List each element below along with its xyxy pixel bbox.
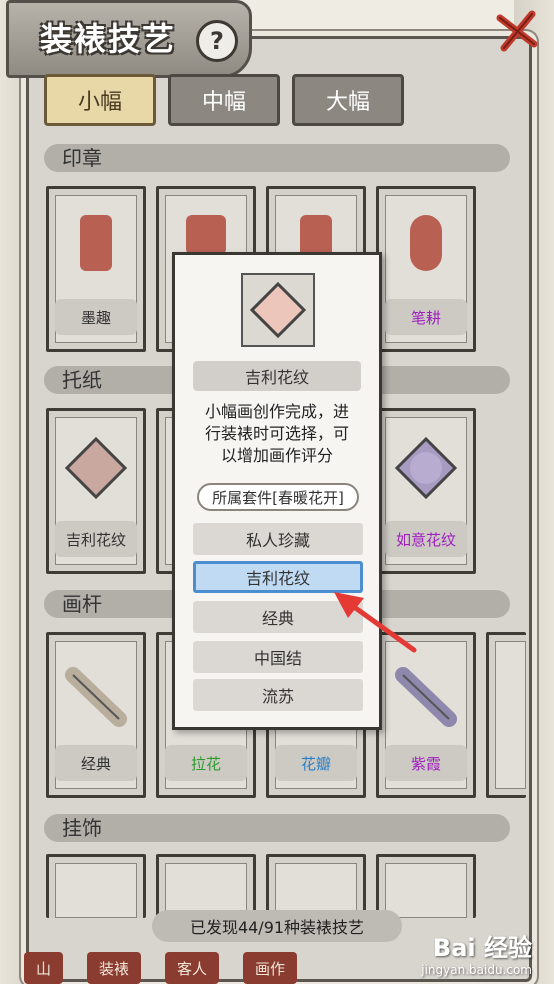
tab-large[interactable]: 大幅: [292, 74, 404, 126]
bottom-tab[interactable]: 画作: [243, 952, 298, 984]
dialog-description: 小幅画创作完成，进 行装裱时可选择，可 以增加画作评分: [204, 402, 349, 465]
size-tabs: 小幅 中幅 大幅: [44, 74, 404, 126]
pattern-icon: [64, 436, 128, 503]
seal-stamp-icon: [80, 215, 112, 271]
pointer-arrow-icon: [334, 592, 417, 653]
section-pendant: 挂饰: [44, 814, 510, 842]
dialog-preview: [241, 273, 315, 347]
card-label: 笔耕: [385, 299, 467, 335]
scroll-icon: [391, 661, 461, 735]
pendant-card-4[interactable]: [376, 854, 476, 918]
card-label: 墨趣: [55, 299, 137, 335]
dialog-suite: 所属套件[春暖花开]: [197, 483, 359, 511]
card-label: 如意花纹: [385, 521, 467, 557]
seal-stamp-icon: [186, 215, 226, 255]
card-label: 经典: [55, 745, 137, 781]
dialog-item-name: 吉利花纹: [193, 361, 361, 391]
scroll-icon: [61, 661, 131, 735]
close-icon: [496, 10, 538, 52]
bottom-tab[interactable]: 山: [24, 952, 64, 984]
rod-card-5-partial[interactable]: [486, 632, 526, 798]
detail-dialog: 吉利花纹 小幅画创作完成，进 行装裱时可选择，可 以增加画作评分 所属套件[春暖…: [172, 252, 382, 730]
option-tassel[interactable]: 流苏: [193, 679, 363, 711]
tab-medium[interactable]: 中幅: [168, 74, 280, 126]
pattern-icon: [250, 282, 306, 338]
card-label: 拉花: [165, 745, 247, 781]
paper-card-4[interactable]: 如意花纹: [376, 408, 476, 574]
paper-card-1[interactable]: 吉利花纹: [46, 408, 146, 574]
pattern-icon: [394, 436, 458, 503]
close-button[interactable]: [494, 8, 540, 54]
section-seal: 印章: [44, 144, 510, 172]
card-label: 紫霞: [385, 745, 467, 781]
card-label: 花瓣: [275, 745, 357, 781]
seal-card-4[interactable]: 笔耕: [376, 186, 476, 352]
discovered-count: 已发现44/91种装裱技艺: [152, 910, 402, 942]
pendant-card-3[interactable]: [266, 854, 366, 918]
page-title: 装裱技艺: [40, 20, 177, 58]
bottom-tab[interactable]: 装裱: [87, 952, 142, 984]
pendant-card-2[interactable]: [156, 854, 256, 918]
option-private-collection[interactable]: 私人珍藏: [193, 523, 363, 555]
help-button[interactable]: ?: [196, 20, 238, 62]
card-label: 吉利花纹: [55, 521, 137, 557]
rod-card-1[interactable]: 经典: [46, 632, 146, 798]
seal-card-1[interactable]: 墨趣: [46, 186, 146, 352]
pendant-card-1[interactable]: [46, 854, 146, 918]
seal-stamp-icon: [410, 215, 442, 271]
bottom-tab[interactable]: 客人: [165, 952, 220, 984]
tab-small[interactable]: 小幅: [44, 74, 156, 126]
watermark: Bai 经验 jingyan.baidu.com: [421, 934, 532, 977]
